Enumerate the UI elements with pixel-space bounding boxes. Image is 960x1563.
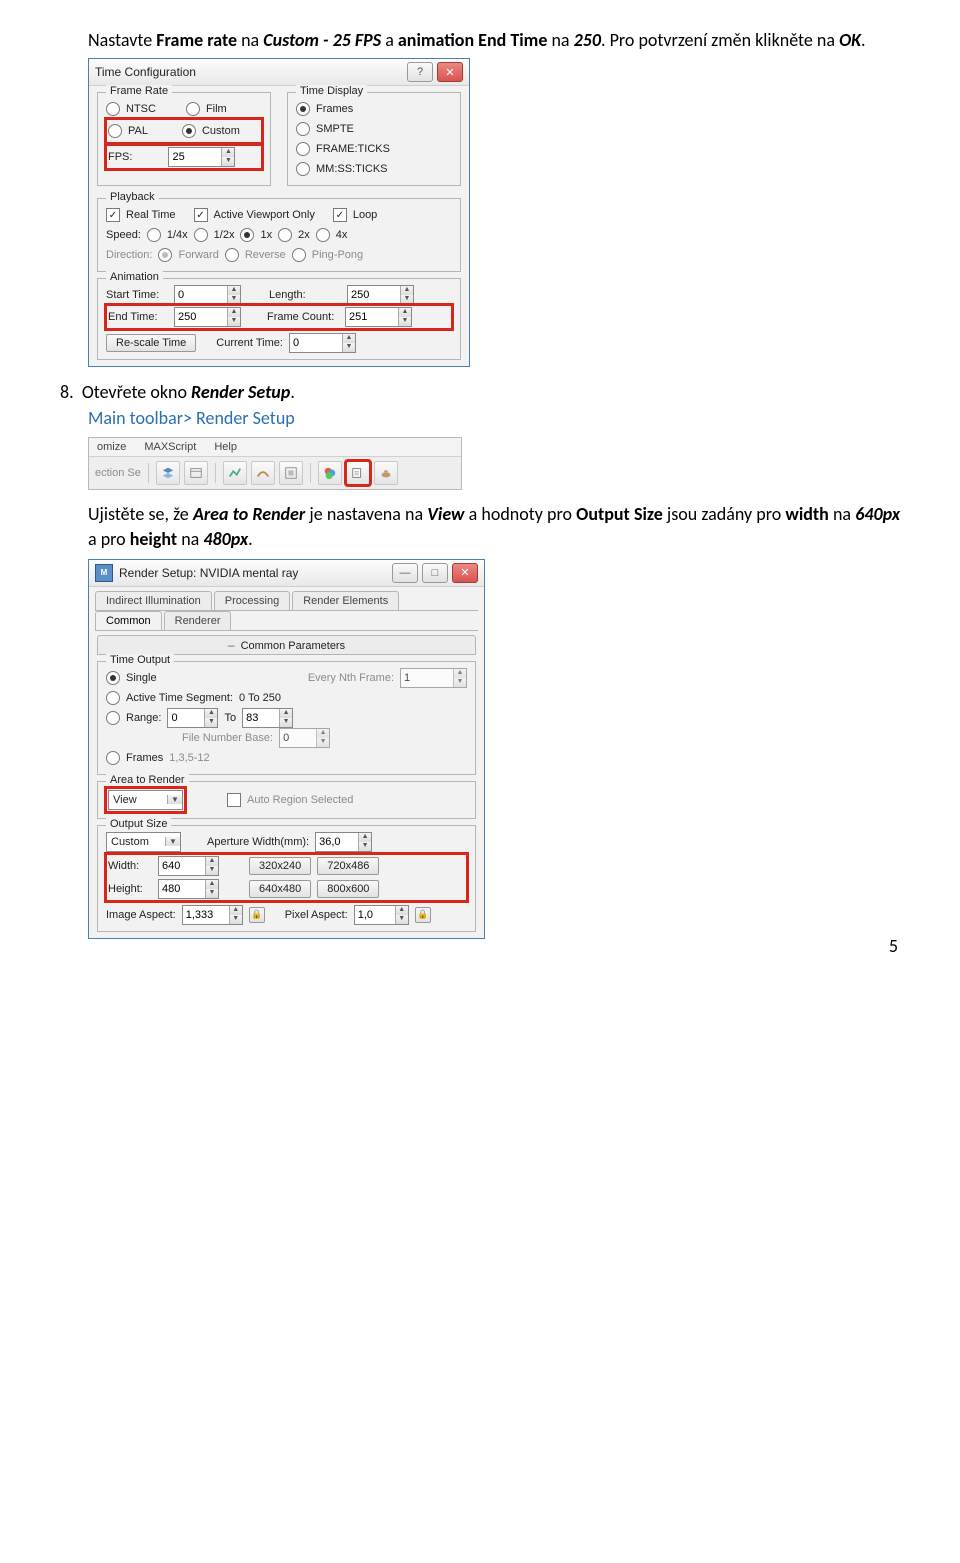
aperture-input[interactable]: ▲▼ xyxy=(315,832,372,852)
lock-pixel-aspect-icon[interactable]: 🔒 xyxy=(415,907,431,923)
atr-legend: Area to Render xyxy=(106,774,189,786)
app-icon: M xyxy=(95,564,113,582)
rescale-button[interactable]: Re-scale Time xyxy=(106,334,196,352)
window-title: Time Configuration xyxy=(95,65,403,79)
tab-render-elements[interactable]: Render Elements xyxy=(292,591,399,610)
step-8: 8. Otevřete okno Render Setup. xyxy=(60,381,900,403)
render-setup-paragraph: Ujistěte se, že Area to Render je nastav… xyxy=(88,502,900,551)
dir-pp-radio xyxy=(292,248,306,262)
schematic-icon[interactable] xyxy=(279,461,303,485)
layers-manage-icon[interactable] xyxy=(184,461,208,485)
time-config-window: Time Configuration ? ✕ Frame Rate NTSC F… xyxy=(88,58,470,367)
frames-radio[interactable] xyxy=(106,751,120,765)
start-time-input[interactable]: ▲▼ xyxy=(174,285,241,305)
graph-icon[interactable] xyxy=(223,461,247,485)
pixel-aspect-input[interactable]: ▲▼ xyxy=(354,905,409,925)
step-8-path: Main toolbar> Render Setup xyxy=(88,407,900,429)
animation-legend: Animation xyxy=(106,271,163,283)
ntsc-radio[interactable] xyxy=(106,102,120,116)
dir-rev-radio xyxy=(225,248,239,262)
ats-radio[interactable] xyxy=(106,691,120,705)
width-input[interactable]: ▲▼ xyxy=(158,856,219,876)
frames-radio[interactable] xyxy=(296,102,310,116)
length-input[interactable]: ▲▼ xyxy=(347,285,414,305)
output-preset-select[interactable]: Custom▼ xyxy=(106,832,181,852)
tab-common[interactable]: Common xyxy=(95,611,162,630)
loop-checkbox[interactable] xyxy=(333,208,347,222)
curve-icon[interactable] xyxy=(251,461,275,485)
common-params-header: Common Parameters xyxy=(241,640,346,652)
speed-1x-radio[interactable] xyxy=(240,228,254,242)
mmssticks-radio[interactable] xyxy=(296,162,310,176)
current-time-input[interactable]: ▲▼ xyxy=(289,333,356,353)
tab-indirect[interactable]: Indirect Illumination xyxy=(95,591,212,610)
atr-select[interactable]: View▼ xyxy=(108,790,183,810)
single-radio[interactable] xyxy=(106,671,120,685)
teapot-icon[interactable] xyxy=(374,461,398,485)
range-a-input[interactable]: ▲▼ xyxy=(167,708,218,728)
layers-icon[interactable] xyxy=(156,461,180,485)
tab-renderer[interactable]: Renderer xyxy=(164,611,232,630)
menu-maxscript[interactable]: MAXScript xyxy=(144,441,196,453)
range-radio[interactable] xyxy=(106,711,120,725)
pal-radio[interactable] xyxy=(108,124,122,138)
playback-legend: Playback xyxy=(106,191,159,203)
preset-320x240[interactable]: 320x240 xyxy=(249,857,311,875)
end-time-input[interactable]: ▲▼ xyxy=(174,307,241,327)
fps-label: FPS: xyxy=(108,151,132,163)
film-radio[interactable] xyxy=(186,102,200,116)
close-button[interactable]: ✕ xyxy=(437,62,463,82)
height-input[interactable]: ▲▼ xyxy=(158,879,219,899)
intro-paragraph: Nastavte Frame rate na Custom - 25 FPS a… xyxy=(88,28,900,52)
range-b-input[interactable]: ▲▼ xyxy=(242,708,293,728)
frame-count-input[interactable]: ▲▼ xyxy=(345,307,412,327)
help-button[interactable]: ? xyxy=(407,62,433,82)
minimize-button[interactable]: — xyxy=(392,563,418,583)
speed-4x-radio[interactable] xyxy=(316,228,330,242)
custom-radio[interactable] xyxy=(182,124,196,138)
speed-14-radio[interactable] xyxy=(147,228,161,242)
window-title: Render Setup: NVIDIA mental ray xyxy=(119,566,388,580)
time-display-legend: Time Display xyxy=(296,85,367,97)
toolbar-screenshot: omize MAXScript Help ection Se xyxy=(88,437,462,490)
output-size-legend: Output Size xyxy=(106,818,171,830)
frameticks-radio[interactable] xyxy=(296,142,310,156)
preset-720x486[interactable]: 720x486 xyxy=(317,857,379,875)
fps-input[interactable]: ▲▼ xyxy=(168,147,235,167)
realtime-checkbox[interactable] xyxy=(106,208,120,222)
enf-input: ▲▼ xyxy=(400,668,467,688)
fnb-input: ▲▼ xyxy=(279,728,330,748)
image-aspect-input[interactable]: ▲▼ xyxy=(182,905,243,925)
titlebar: Time Configuration ? ✕ xyxy=(89,59,469,86)
menu-omize[interactable]: omize xyxy=(97,441,126,453)
dir-fwd-radio xyxy=(158,248,172,262)
render-setup-window: M Render Setup: NVIDIA mental ray — □ ✕ … xyxy=(88,559,485,939)
material-icon[interactable] xyxy=(318,461,342,485)
speed-12-radio[interactable] xyxy=(194,228,208,242)
speed-2x-radio[interactable] xyxy=(278,228,292,242)
preset-800x600[interactable]: 800x600 xyxy=(317,880,379,898)
tab-processing[interactable]: Processing xyxy=(214,591,290,610)
smpte-radio[interactable] xyxy=(296,122,310,136)
menu-help[interactable]: Help xyxy=(214,441,237,453)
avo-checkbox[interactable] xyxy=(194,208,208,222)
close-button[interactable]: ✕ xyxy=(452,563,478,583)
lock-image-aspect-icon[interactable]: 🔒 xyxy=(249,907,265,923)
preset-640x480[interactable]: 640x480 xyxy=(249,880,311,898)
time-output-legend: Time Output xyxy=(106,654,174,666)
frame-rate-legend: Frame Rate xyxy=(106,85,172,97)
page-number: 5 xyxy=(889,935,898,957)
render-setup-icon[interactable] xyxy=(346,461,370,485)
auto-region-checkbox xyxy=(227,793,241,807)
maximize-button[interactable]: □ xyxy=(422,563,448,583)
